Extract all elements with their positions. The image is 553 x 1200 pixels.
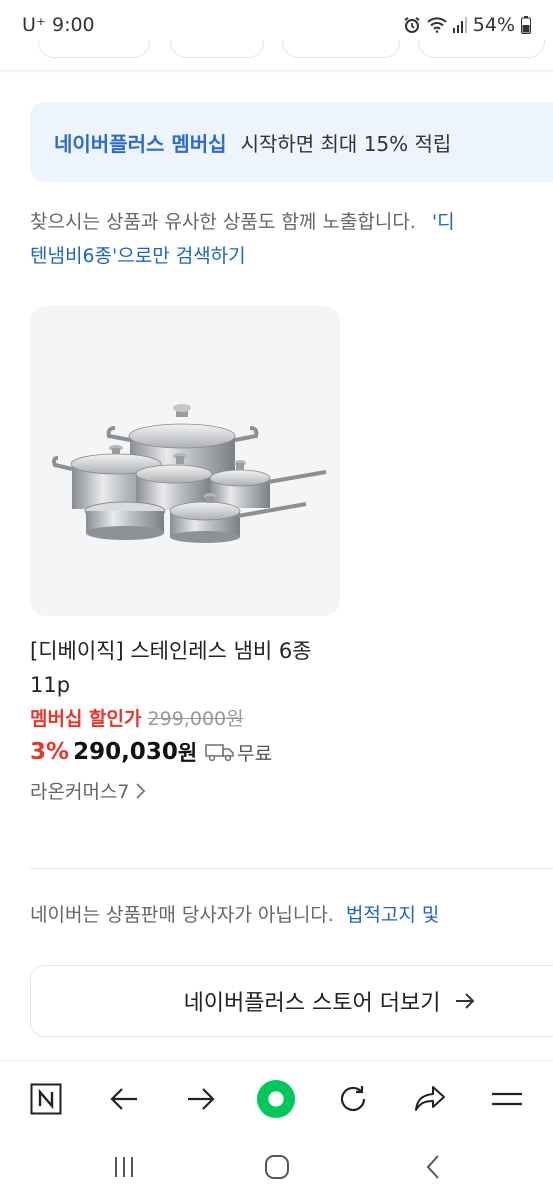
filter-chip[interactable] <box>418 40 545 58</box>
membership-banner[interactable]: 네이버플러스 멤버십 시작하면 최대 15% 적립 <box>30 102 553 182</box>
recent-apps-icon[interactable] <box>104 1152 144 1182</box>
cookware-set-image <box>52 404 327 543</box>
header-divider <box>0 70 553 73</box>
forward-arrow-icon[interactable] <box>181 1079 221 1119</box>
membership-discount-row: 멤버십 할인가 299,000원 <box>30 704 340 731</box>
wifi-icon <box>427 17 447 33</box>
alarm-icon <box>404 17 420 33</box>
discount-rate: 3% <box>30 739 70 765</box>
product-title[interactable]: [디베이직] 스테인레스 냄비 6종 11p <box>30 634 340 702</box>
legal-notice-link[interactable]: 법적고지 및 <box>346 904 439 926</box>
chevron-right-icon <box>134 782 146 800</box>
home-icon[interactable] <box>257 1152 297 1182</box>
exact-search-link-cont[interactable]: 텐냄비6종'으로만 검색하기 <box>30 239 553 273</box>
product-image[interactable] <box>30 306 340 616</box>
membership-text: 시작하면 최대 15% 적립 <box>240 131 452 156</box>
carrier-time: U⁺ 9:00 <box>22 14 95 36</box>
exact-search-link[interactable]: '디 <box>432 211 455 233</box>
menu-icon[interactable] <box>487 1079 527 1119</box>
membership-brand: 네이버플러스 멤버십 <box>54 131 227 156</box>
more-store-button[interactable]: 네이버플러스 스토어 더보기 <box>30 965 553 1037</box>
membership-discount-label: 멤버십 할인가 <box>30 708 142 730</box>
naver-n-icon[interactable] <box>26 1079 66 1119</box>
product-card[interactable]: [디베이직] 스테인레스 냄비 6종 11p 멤버십 할인가 299,000원 … <box>30 306 340 804</box>
refresh-icon[interactable] <box>333 1079 373 1119</box>
filter-chip[interactable] <box>38 40 150 58</box>
signal-icon <box>452 17 467 33</box>
sale-price: 290,030 <box>73 739 178 765</box>
filter-chip-row <box>0 40 553 70</box>
truck-icon <box>205 742 235 762</box>
battery-percent: 54% <box>472 14 515 36</box>
suggestion-text: 찾으시는 상품과 유사한 상품도 함께 노출합니다. <box>30 211 416 233</box>
seller-link[interactable]: 라온커머스7 <box>30 777 340 804</box>
arrow-right-icon <box>454 991 476 1011</box>
green-home-icon[interactable] <box>256 1079 296 1119</box>
more-store-label: 네이버플러스 스토어 더보기 <box>183 991 441 1016</box>
filter-chip[interactable] <box>170 40 264 58</box>
status-icons: 54% <box>403 14 531 36</box>
filter-chip[interactable] <box>282 40 400 58</box>
legal-disclaimer: 네이버는 상품판매 당사자가 아닙니다. 법적고지 및 <box>30 900 439 927</box>
share-icon[interactable] <box>410 1079 450 1119</box>
price-unit: 원 <box>177 741 198 765</box>
browser-toolbar <box>0 1060 553 1135</box>
section-divider <box>30 868 553 869</box>
back-icon[interactable] <box>413 1152 453 1182</box>
price-row: 3% 290,030 원 무료 <box>30 737 340 767</box>
battery-icon <box>521 16 531 34</box>
back-arrow-icon[interactable] <box>104 1079 144 1119</box>
search-suggestion: 찾으시는 상품과 유사한 상품도 함께 노출합니다. '디 텐냄비6종'으로만 … <box>30 205 553 273</box>
seller-name: 라온커머스7 <box>30 781 130 803</box>
disclaimer-text: 네이버는 상품판매 당사자가 아닙니다. <box>30 904 334 926</box>
system-nav-bar <box>0 1134 553 1200</box>
original-price: 299,000원 <box>147 708 244 730</box>
shipping-fee: 무료 <box>237 742 273 765</box>
